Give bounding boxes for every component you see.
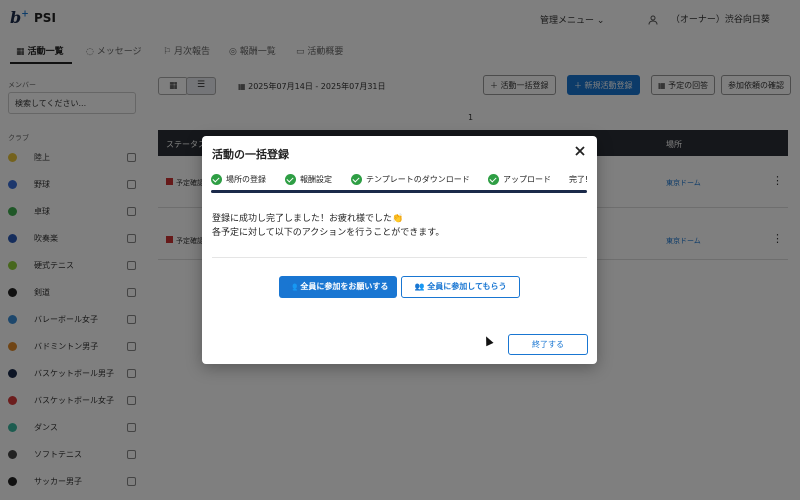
request-all-participation-button[interactable]: 👥 全員に参加をお願いする [279, 276, 397, 298]
finish-button[interactable]: 終了する [508, 334, 588, 355]
check-circle-icon [285, 174, 296, 185]
close-icon[interactable] [573, 144, 587, 158]
check-circle-icon [488, 174, 499, 185]
users-icon: 👥 [287, 282, 298, 291]
modal-title: 活動の一括登録 [212, 148, 289, 161]
divider [212, 257, 587, 258]
users-icon: 👥 [414, 282, 425, 291]
success-message-line1: 登録に成功し完了しました！お疲れ様でした👏 [212, 214, 404, 224]
step-upload: アップロード [488, 174, 551, 185]
check-circle-icon [211, 174, 222, 185]
success-message-line2: 各予定に対して以下のアクションを行うことができます。 [212, 228, 445, 238]
step-complete: 完了! [569, 175, 589, 184]
bulk-register-modal: 活動の一括登録 場所の登録 報酬設定 テンプレートのダウンロード アップロード … [202, 136, 597, 364]
join-all-button[interactable]: 👥 全員に参加してもらう [401, 276, 520, 298]
progress-bar [211, 190, 587, 193]
success-message: 登録に成功し完了しました！お疲れ様でした👏 各予定に対して以下のアクションを行う… [212, 212, 444, 240]
step-template-download: テンプレートのダウンロード [351, 174, 470, 185]
step-reward-setting: 報酬設定 [285, 174, 332, 185]
step-place-registration: 場所の登録 [211, 174, 266, 185]
check-circle-icon [351, 174, 362, 185]
